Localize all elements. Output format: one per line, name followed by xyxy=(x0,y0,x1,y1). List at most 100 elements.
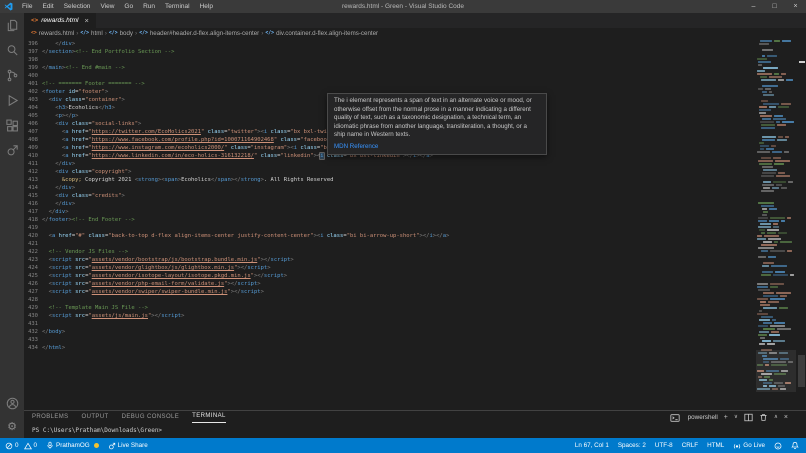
menu-file[interactable]: File xyxy=(17,0,37,13)
account-status[interactable]: PrathamOG xyxy=(46,441,99,450)
code-token: src xyxy=(75,281,86,287)
search-icon[interactable] xyxy=(5,43,20,58)
new-terminal-icon[interactable]: + xyxy=(724,412,728,423)
menu-view[interactable]: View xyxy=(95,0,119,13)
code-line-428[interactable]: 428 xyxy=(24,296,756,304)
code-token: </ xyxy=(55,41,62,47)
tab-close-icon[interactable]: × xyxy=(84,16,88,25)
code-line-429[interactable]: 429 <!-- Template Main JS File --> xyxy=(24,304,756,312)
minimap-line xyxy=(759,109,771,111)
account-icon[interactable] xyxy=(5,396,20,411)
panel-tab-terminal[interactable]: TERMINAL xyxy=(192,411,226,423)
minimap-line xyxy=(762,208,767,210)
code-line-399[interactable]: 399 </main><!-- End #main --> xyxy=(24,64,756,72)
go-live-button[interactable]: Go Live xyxy=(733,442,765,450)
menu-run[interactable]: Run xyxy=(138,0,160,13)
code-area[interactable]: 396 </div> 397 </section><!-- End Portfoli… xyxy=(24,40,756,352)
code-line-415[interactable]: 415 <div class="credits"> xyxy=(24,192,756,200)
language-mode[interactable]: HTML xyxy=(707,442,724,449)
code-line-423[interactable]: 423 <script src="assets/vendor/bootstrap… xyxy=(24,256,756,264)
menu-help[interactable]: Help xyxy=(195,0,218,13)
menu-selection[interactable]: Selection xyxy=(59,0,96,13)
breadcrumb-item[interactable]: </> html xyxy=(80,30,102,37)
code-line-430[interactable]: 430 <script src="assets/js/main.js"></sc… xyxy=(24,312,756,320)
code-line-400[interactable]: 400 xyxy=(24,72,756,80)
code-line-412[interactable]: 412 <div class="copyright"> xyxy=(24,168,756,176)
terminal-dropdown-icon[interactable]: ∨ xyxy=(734,412,738,423)
code-line-422[interactable]: 422 <!-- Vendor JS Files --> xyxy=(24,248,756,256)
tab-rewards-html[interactable]: <> rewards.html × xyxy=(24,13,96,28)
panel-tab-debug-console[interactable]: DEBUG CONSOLE xyxy=(122,412,180,423)
shell-selector[interactable]: powershell xyxy=(688,414,718,421)
panel-tab-problems[interactable]: PROBLEMS xyxy=(32,412,69,423)
code-line-432[interactable]: 432 </body> xyxy=(24,328,756,336)
indentation[interactable]: Spaces: 2 xyxy=(618,442,646,449)
scrollbar-thumb[interactable] xyxy=(798,355,805,387)
code-line-427[interactable]: 427 <script src="assets/vendor/swiper/sw… xyxy=(24,288,756,296)
code-token: >< xyxy=(287,145,294,151)
live-share-button[interactable]: Live Share xyxy=(108,442,148,450)
breadcrumb-item[interactable]: </> header#header.d-flex.align-items-cent… xyxy=(139,30,259,37)
split-terminal-icon[interactable] xyxy=(744,413,753,422)
menu-terminal[interactable]: Terminal xyxy=(160,0,195,13)
eol-sequence[interactable]: CRLF xyxy=(682,442,698,449)
minimap-slider[interactable] xyxy=(756,350,796,392)
minimap[interactable] xyxy=(756,38,796,392)
errors-icon xyxy=(5,442,13,449)
minimize-icon[interactable]: – xyxy=(743,0,764,13)
minimap-line xyxy=(757,283,769,285)
feedback-smiley-icon[interactable] xyxy=(774,442,782,450)
code-line-420[interactable]: 420 <a href="#" class="back-to-top d-fle… xyxy=(24,232,756,240)
code-line-411[interactable]: 411 </div> xyxy=(24,160,756,168)
code-line-421[interactable]: 421 xyxy=(24,240,756,248)
extensions-icon[interactable] xyxy=(5,118,20,133)
close-panel-icon[interactable]: × xyxy=(784,412,788,423)
code-line-431[interactable]: 431 xyxy=(24,320,756,328)
run-debug-icon[interactable] xyxy=(5,93,20,108)
code-token: ></ xyxy=(227,281,238,287)
maximize-icon[interactable]: □ xyxy=(764,0,785,13)
breadcrumb-item[interactable]: </> div.container.d-flex.align-items-cent… xyxy=(265,30,378,37)
notifications-bell-icon[interactable] xyxy=(791,441,799,450)
problems-status[interactable]: 0 0 xyxy=(5,442,37,450)
minimap-line xyxy=(777,124,786,126)
code-line-424[interactable]: 424 <script src="assets/vendor/glightbox… xyxy=(24,264,756,272)
code-line-413[interactable]: 413 &copy; Copyright 2021 <strong><span>… xyxy=(24,176,756,184)
code-line-397[interactable]: 397 </section><!-- End Portfolio Section … xyxy=(24,48,756,56)
line-number: 402 xyxy=(28,89,38,95)
menu-edit[interactable]: Edit xyxy=(37,0,58,13)
code-line-398[interactable]: 398 xyxy=(24,56,756,64)
cursor-position[interactable]: Ln 67, Col 1 xyxy=(575,442,609,449)
code-line-416[interactable]: 416 </div> xyxy=(24,200,756,208)
close-window-icon[interactable]: × xyxy=(785,0,806,13)
code-line-419[interactable]: 419 xyxy=(24,224,756,232)
code-line-426[interactable]: 426 <script src="assets/vendor/php-email… xyxy=(24,280,756,288)
settings-gear-icon[interactable]: ⚙ xyxy=(7,421,17,433)
breadcrumb-item[interactable]: </> body xyxy=(109,30,133,37)
menu-go[interactable]: Go xyxy=(119,0,138,13)
breadcrumb-item[interactable]: <> rewards.html xyxy=(31,30,74,37)
code-line-401[interactable]: 401 <!-- ======= Footer ======= --> xyxy=(24,80,756,88)
code-line-433[interactable]: 433 xyxy=(24,336,756,344)
code-token: > xyxy=(290,257,294,263)
source-control-icon[interactable] xyxy=(5,68,20,83)
panel-tab-output[interactable]: OUTPUT xyxy=(82,412,109,423)
maximize-panel-icon[interactable]: ∧ xyxy=(774,412,778,423)
scrollbar[interactable] xyxy=(796,38,806,410)
minimap-line xyxy=(781,73,787,75)
mdn-reference-link[interactable]: MDN Reference xyxy=(334,143,540,150)
code-line-434[interactable]: 434 </html> xyxy=(24,344,756,352)
code-line-417[interactable]: 417 </div> xyxy=(24,208,756,216)
code-line-414[interactable]: 414 </div> xyxy=(24,184,756,192)
kill-terminal-trash-icon[interactable] xyxy=(759,413,768,422)
encoding[interactable]: UTF-8 xyxy=(655,442,673,449)
code-token: assets/vendor/glightbox/js/glightbox.min… xyxy=(91,265,235,271)
code-line-418[interactable]: 418 </footer><!-- End Footer --> xyxy=(24,216,756,224)
code-line-396[interactable]: 396 </div> xyxy=(24,40,756,48)
explorer-icon[interactable] xyxy=(5,18,20,33)
minimap-line xyxy=(773,274,788,276)
minimap-line xyxy=(772,226,780,228)
code-line-425[interactable]: 425 <script src="assets/vendor/isotope-l… xyxy=(24,272,756,280)
terminal-prompt[interactable]: PS C:\Users\Pratham\Downloads\Green> xyxy=(32,427,162,434)
live-share-icon[interactable] xyxy=(5,143,20,158)
